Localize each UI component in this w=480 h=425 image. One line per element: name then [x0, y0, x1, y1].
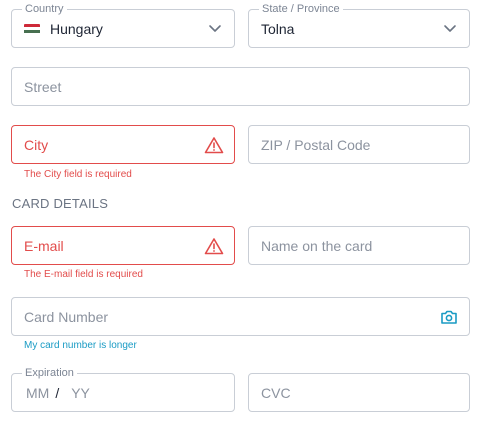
card-number-placeholder: Card Number	[24, 308, 109, 325]
country-value: Hungary	[50, 20, 103, 37]
hungary-flag-icon	[24, 23, 40, 34]
state-value: Tolna	[261, 20, 295, 37]
email-error-message: The E-mail field is required	[24, 269, 143, 280]
city-error-message: The City field is required	[24, 169, 132, 180]
name-on-card-input[interactable]: Name on the card	[248, 226, 470, 265]
country-select[interactable]: Country Hungary	[11, 2, 235, 48]
email-placeholder: E-mail	[24, 237, 64, 254]
card-number-input[interactable]: Card Number	[11, 297, 470, 336]
zip-placeholder: ZIP / Postal Code	[261, 136, 371, 153]
warning-icon	[204, 136, 224, 153]
card-details-heading: CARD DETAILS	[12, 196, 109, 211]
expiration-label: Expiration	[22, 366, 77, 380]
state-select[interactable]: State / Province Tolna	[248, 2, 470, 48]
warning-icon	[204, 237, 224, 254]
street-input[interactable]: Street	[11, 67, 470, 106]
city-input[interactable]: City	[11, 125, 235, 164]
expiration-year-placeholder: YY	[71, 384, 90, 401]
country-label: Country	[22, 2, 67, 16]
name-on-card-placeholder: Name on the card	[261, 237, 373, 254]
expiration-input[interactable]: Expiration MM / YY	[11, 366, 235, 412]
card-number-helper: My card number is longer	[24, 340, 137, 351]
street-placeholder: Street	[24, 78, 62, 95]
zip-input[interactable]: ZIP / Postal Code	[248, 125, 470, 164]
camera-icon[interactable]	[440, 309, 458, 325]
chevron-down-icon	[209, 24, 221, 32]
cvc-placeholder: CVC	[261, 384, 291, 401]
email-input[interactable]: E-mail	[11, 226, 235, 265]
cvc-input[interactable]: CVC	[248, 373, 470, 412]
chevron-down-icon	[444, 24, 456, 32]
expiration-separator: /	[55, 384, 60, 401]
city-placeholder: City	[24, 136, 49, 153]
expiration-month-placeholder: MM	[26, 384, 50, 401]
state-label: State / Province	[259, 2, 343, 16]
